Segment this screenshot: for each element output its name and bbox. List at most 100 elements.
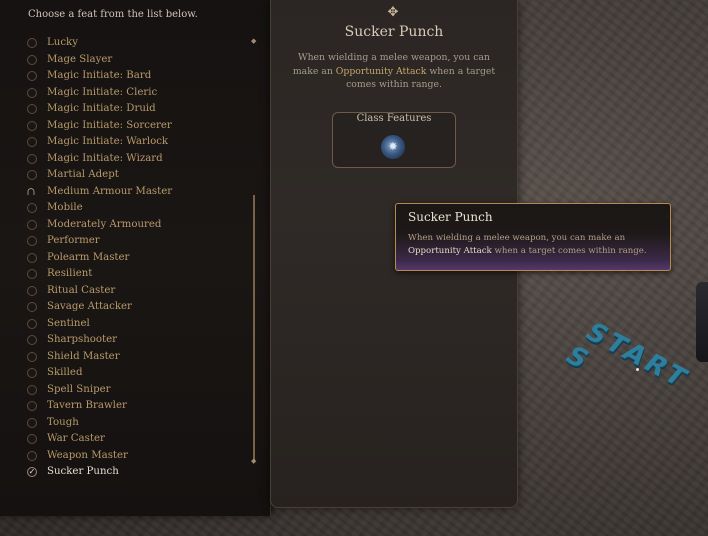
feat-detail-title: Sucker Punch	[344, 24, 444, 40]
feat-list-panel: Choose a feat from the list below. Lucky…	[0, 0, 271, 516]
feat-item-label: Magic Initiate: Wizard	[47, 152, 163, 164]
feat-item-label: Moderately Armoured	[47, 218, 162, 230]
feat-item-label: Magic Initiate: Cleric	[47, 86, 158, 98]
radio-button-icon	[27, 87, 37, 98]
feat-item-label: Performer	[47, 235, 100, 246]
checkmark-icon: ✓	[27, 467, 37, 477]
class-features-box: Class Features ✸	[332, 112, 456, 168]
radio-button-icon	[27, 236, 37, 246]
radio-button-icon	[27, 302, 37, 312]
feat-item-label: Sharpshooter	[47, 334, 118, 345]
scrollbar-thumb[interactable]	[253, 195, 255, 462]
radio-button-icon	[27, 153, 37, 164]
radio-button-icon	[27, 203, 37, 213]
feat-item-label: Mage Slayer	[47, 53, 113, 65]
radio-button-icon	[27, 318, 37, 329]
feat-item[interactable]: ∩ Medium Armour Master	[24, 184, 254, 201]
feat-emblem-icon: ✥	[387, 5, 399, 20]
feat-item[interactable]: Lucky	[24, 35, 254, 52]
class-features-label: Class Features	[356, 113, 432, 124]
feat-item-label: Medium Armour Master	[47, 185, 173, 197]
radio-button-icon	[27, 137, 37, 147]
feat-item-label: Lucky	[47, 37, 78, 48]
tooltip-opportunity-attack: Opportunity Attack	[408, 246, 492, 256]
feat-item[interactable]: ✓ Sucker Punch	[24, 464, 254, 481]
radio-button-icon	[27, 335, 37, 345]
feat-item[interactable]: Mage Slayer	[24, 52, 254, 69]
radio-button-icon	[27, 285, 37, 296]
sucker-punch-feature-icon[interactable]: ✸	[381, 135, 405, 159]
feat-item[interactable]: Sentinel	[24, 316, 254, 333]
feat-item-label: Magic Initiate: Warlock	[47, 136, 169, 147]
feat-item[interactable]: Martial Adept	[24, 167, 254, 184]
tooltip-title: Sucker Punch	[408, 210, 493, 224]
feat-item[interactable]: Resilient	[24, 266, 254, 283]
radio-button-icon	[27, 368, 37, 378]
feat-item[interactable]: Skilled	[24, 365, 254, 382]
radio-button-icon	[27, 71, 37, 81]
scroll-end-icon[interactable]: ◆	[251, 458, 257, 465]
character-figure	[696, 282, 708, 362]
feat-item-label: Ritual Caster	[47, 284, 116, 296]
tooltip-desc-text-end: when a target comes within range.	[491, 246, 647, 256]
feat-item[interactable]: Ritual Caster	[24, 283, 254, 300]
radio-button-icon	[27, 269, 37, 279]
feat-item[interactable]: War Caster	[24, 431, 254, 448]
feat-item-label: Skilled	[47, 367, 83, 378]
feat-item-label: Spell Sniper	[47, 383, 111, 395]
feat-item[interactable]: Tough	[24, 415, 254, 432]
tooltip-description: When wielding a melee weapon, you can ma…	[408, 232, 663, 258]
radio-button-icon	[27, 384, 37, 395]
feat-item-label: Mobile	[47, 202, 83, 213]
feat-item[interactable]: Shield Master	[24, 349, 254, 366]
feat-item[interactable]: Tavern Brawler	[24, 398, 254, 415]
feat-item-label: Sentinel	[47, 317, 90, 329]
floor-marker-dot	[636, 368, 639, 371]
feat-item-label: Polearm Master	[47, 251, 130, 263]
feat-item-label: Tough	[47, 416, 79, 428]
feat-item-label: Savage Attacker	[47, 301, 132, 312]
feat-item[interactable]: Weapon Master	[24, 448, 254, 465]
radio-button-icon	[27, 252, 37, 263]
tooltip-desc-text: When wielding a melee weapon, you can ma…	[408, 233, 626, 243]
opportunity-attack-link[interactable]: Opportunity Attack	[336, 66, 427, 77]
feat-item[interactable]: Moderately Armoured	[24, 217, 254, 234]
feat-item[interactable]: Magic Initiate: Druid	[24, 101, 254, 118]
radio-button-icon	[27, 38, 37, 48]
radio-button-icon	[27, 120, 37, 131]
feat-item[interactable]: Savage Attacker	[24, 299, 254, 316]
radio-button-icon	[27, 434, 37, 444]
feature-tooltip: Sucker Punch When wielding a melee weapo…	[395, 203, 671, 271]
feat-item-label: Shield Master	[47, 350, 120, 362]
feat-item[interactable]: Magic Initiate: Cleric	[24, 85, 254, 102]
feat-item[interactable]: Sharpshooter	[24, 332, 254, 349]
feat-detail-description: When wielding a melee weapon, you can ma…	[286, 51, 502, 92]
feat-item[interactable]: Polearm Master	[24, 250, 254, 267]
radio-button-icon	[27, 170, 37, 180]
feat-item-label: Magic Initiate: Druid	[47, 103, 156, 114]
radio-button-icon	[27, 417, 37, 428]
feat-item-label: Martial Adept	[47, 169, 119, 180]
feat-item[interactable]: Magic Initiate: Sorcerer	[24, 118, 254, 135]
feat-list: Lucky Mage Slayer Magic Initiate: Bard Magi…	[24, 35, 254, 481]
feat-item-label: Weapon Master	[47, 449, 128, 461]
radio-button-icon	[27, 104, 37, 114]
feat-item[interactable]: Magic Initiate: Bard	[24, 68, 254, 85]
feat-item-label: Magic Initiate: Sorcerer	[47, 119, 172, 131]
radio-button-icon	[27, 54, 37, 65]
feat-item-label: Tavern Brawler	[47, 400, 127, 411]
radio-button-icon	[27, 351, 37, 362]
feat-item-label: Magic Initiate: Bard	[47, 70, 152, 81]
feat-item[interactable]: Magic Initiate: Wizard	[24, 151, 254, 168]
radio-button-icon	[27, 219, 37, 230]
feat-list-hint: Choose a feat from the list below.	[28, 9, 198, 20]
feat-item[interactable]: Mobile	[24, 200, 254, 217]
lock-icon: ∩	[26, 184, 36, 198]
feat-item[interactable]: Spell Sniper	[24, 382, 254, 399]
feat-item[interactable]: Magic Initiate: Warlock	[24, 134, 254, 151]
scroll-up-icon[interactable]: ◆	[251, 38, 257, 45]
feat-item-label: Resilient	[47, 268, 93, 279]
feat-item-label: War Caster	[47, 433, 105, 444]
feat-item[interactable]: Performer	[24, 233, 254, 250]
radio-button-icon	[27, 401, 37, 411]
